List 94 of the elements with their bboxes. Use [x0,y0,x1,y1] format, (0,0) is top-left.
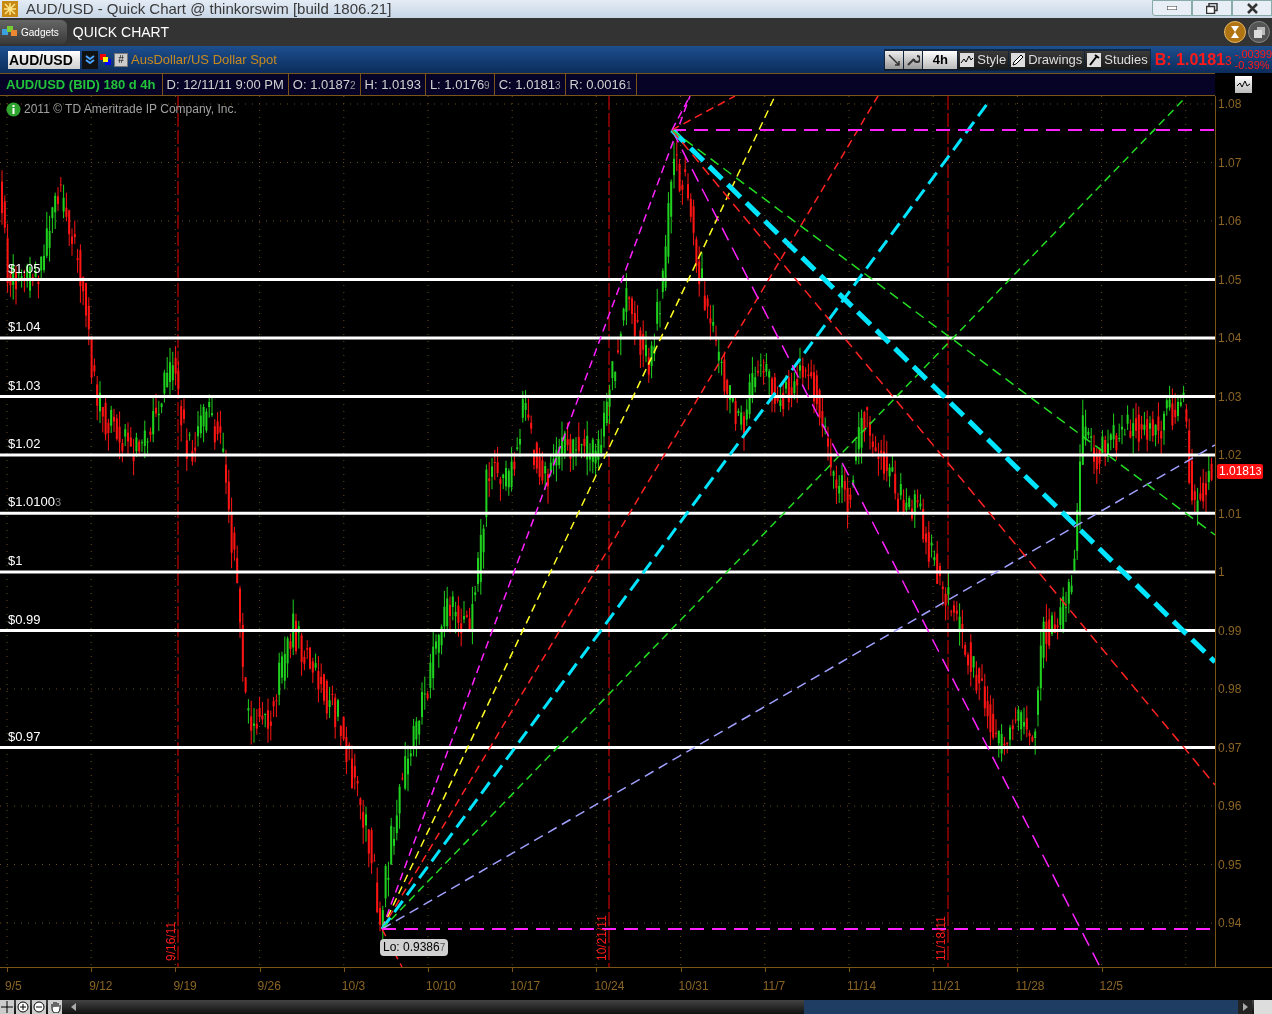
chevron-down-icon [85,54,95,65]
quote-field: L: 1.01769 [425,74,495,95]
quote-field: O: 1.01872 [288,74,361,95]
price-axis-label: 0.94 [1218,916,1242,930]
price-level-label: $1.04 [8,320,41,334]
price-change: -.00399 [1234,48,1272,60]
symbol-field[interactable]: AUD/USD [8,50,80,69]
toolbar-button[interactable]: Studies [1085,50,1150,69]
bid-price: B: 1.01813 [1154,49,1232,70]
date-marker-label: 9/16/11 [165,921,177,961]
scrollbar-thumb[interactable] [804,1000,1238,1014]
price-axis-label: 0.98 [1218,682,1242,696]
panel-title: QUICK CHART [72,22,169,42]
date-axis-label: 11/28 [1015,978,1045,995]
zoom-in-button[interactable] [16,1000,30,1014]
minimize-icon [1167,6,1177,10]
restore-button[interactable] [1192,0,1232,16]
price-axis-label: 1.06 [1218,214,1242,228]
price-axis-label: 1.05 [1218,272,1242,287]
quote-field: D: 12/11/11 9:00 PM [162,74,289,95]
price-axis-label: 1.08 [1218,97,1242,111]
price-axis-label: 0.99 [1218,623,1242,638]
cubes-icon [2,26,18,38]
last-price-tag: 1.01813 [1217,464,1264,479]
symbol-description: AusDollar/US Dollar Spot [131,50,277,69]
dashed-trend-line[interactable] [671,96,736,131]
copyright-text: 2011 © TD Ameritrade IP Company, Inc. [24,101,237,118]
symbol-info-title: AUD/USD (BID) 180 d 4h [0,74,163,95]
low-price-callout: Lo: 0.93867 [380,939,449,956]
hourglass-icon [1231,26,1239,38]
price-axis-label: 1.04 [1218,331,1242,345]
gadgets-button[interactable]: Gadgets [0,20,67,44]
price-level-label: $1.01003 [8,495,62,510]
close-button[interactable] [1232,0,1272,16]
percent-change: -0.39% [1234,59,1271,71]
toolbar-button[interactable]: Drawings [1009,50,1085,69]
date-axis-label: 12/5 [1099,978,1123,995]
toolbar-button[interactable]: Style [958,50,1009,69]
close-icon [1246,2,1258,14]
quote-field: C: 1.01813 [494,74,566,95]
triangle-left-icon [70,1003,76,1011]
color-squares-icon[interactable] [100,54,111,65]
quote-field: R: 0.00161 [565,74,637,95]
price-axis-label: 1.02 [1218,448,1242,462]
chart-line-icon [1237,80,1250,89]
zoom-in-icon [17,1001,29,1013]
zoom-out-icon [33,1001,45,1013]
info-icon[interactable] [6,101,21,117]
symbol-dropdown-button[interactable] [82,50,98,69]
triangle-right-icon [1242,1003,1248,1011]
hash-button[interactable]: # [114,52,128,67]
windows-icon [1253,26,1265,38]
link-button[interactable] [1224,21,1246,43]
pencil-icon [1011,52,1026,67]
date-axis-label: 11/7 [762,978,786,995]
dashed-trend-line[interactable] [671,129,1215,786]
detach-button[interactable] [1248,21,1270,43]
chart-style-button[interactable] [1235,76,1252,93]
date-axis-label: 11/14 [847,978,877,995]
date-axis-label: 11/21 [931,978,961,995]
date-axis-label: 9/12 [89,978,113,995]
price-axis-label: 1.03 [1218,389,1242,404]
date-marker-label: 10/21/11 [596,915,608,961]
dashed-trend-line[interactable] [671,129,1215,536]
date-axis-label: 10/17 [510,978,541,995]
date-axis-label: 9/5 [5,978,22,995]
scroll-right-button[interactable] [1238,1000,1252,1014]
price-level-label: $0.97 [8,729,41,744]
date-axis-label: 10/10 [426,978,457,995]
date-axis-label: 10/3 [341,978,366,995]
price-axis-label: 1.07 [1218,155,1242,170]
scroll-handle[interactable] [1254,1000,1272,1014]
crosshair-button[interactable] [0,1000,14,1014]
crosshair-icon [1,1001,13,1013]
price-axis-label: 0.95 [1218,857,1242,872]
price-level-label: $1.03 [8,378,41,393]
price-axis-label: 1.01 [1218,506,1242,521]
window-title: AUD/USD - Quick Chart @ thinkorswim [build 1806.21] [26,0,392,18]
price-level-label: $1 [8,554,23,568]
price-axis-label: 1 [1218,565,1225,579]
zoom-out-button[interactable] [32,1000,46,1014]
date-axis-label: 9/26 [257,978,281,995]
app-logo-icon [2,1,18,17]
quote-field: H: 1.0193 [360,74,426,95]
price-axis-label: 0.96 [1218,799,1242,813]
restore-icon [1206,2,1218,14]
price-level-label: $1.02 [8,437,41,451]
date-marker-label: 11/18/11 [935,916,947,961]
date-axis-label: 10/24 [594,978,625,995]
date-axis-label: 9/19 [173,978,197,995]
price-axis-label: 0.97 [1218,740,1242,755]
price-level-label: $0.99 [8,612,41,627]
date-axis-label: 10/31 [678,978,709,995]
aggregation-button[interactable]: 4h [923,50,958,69]
